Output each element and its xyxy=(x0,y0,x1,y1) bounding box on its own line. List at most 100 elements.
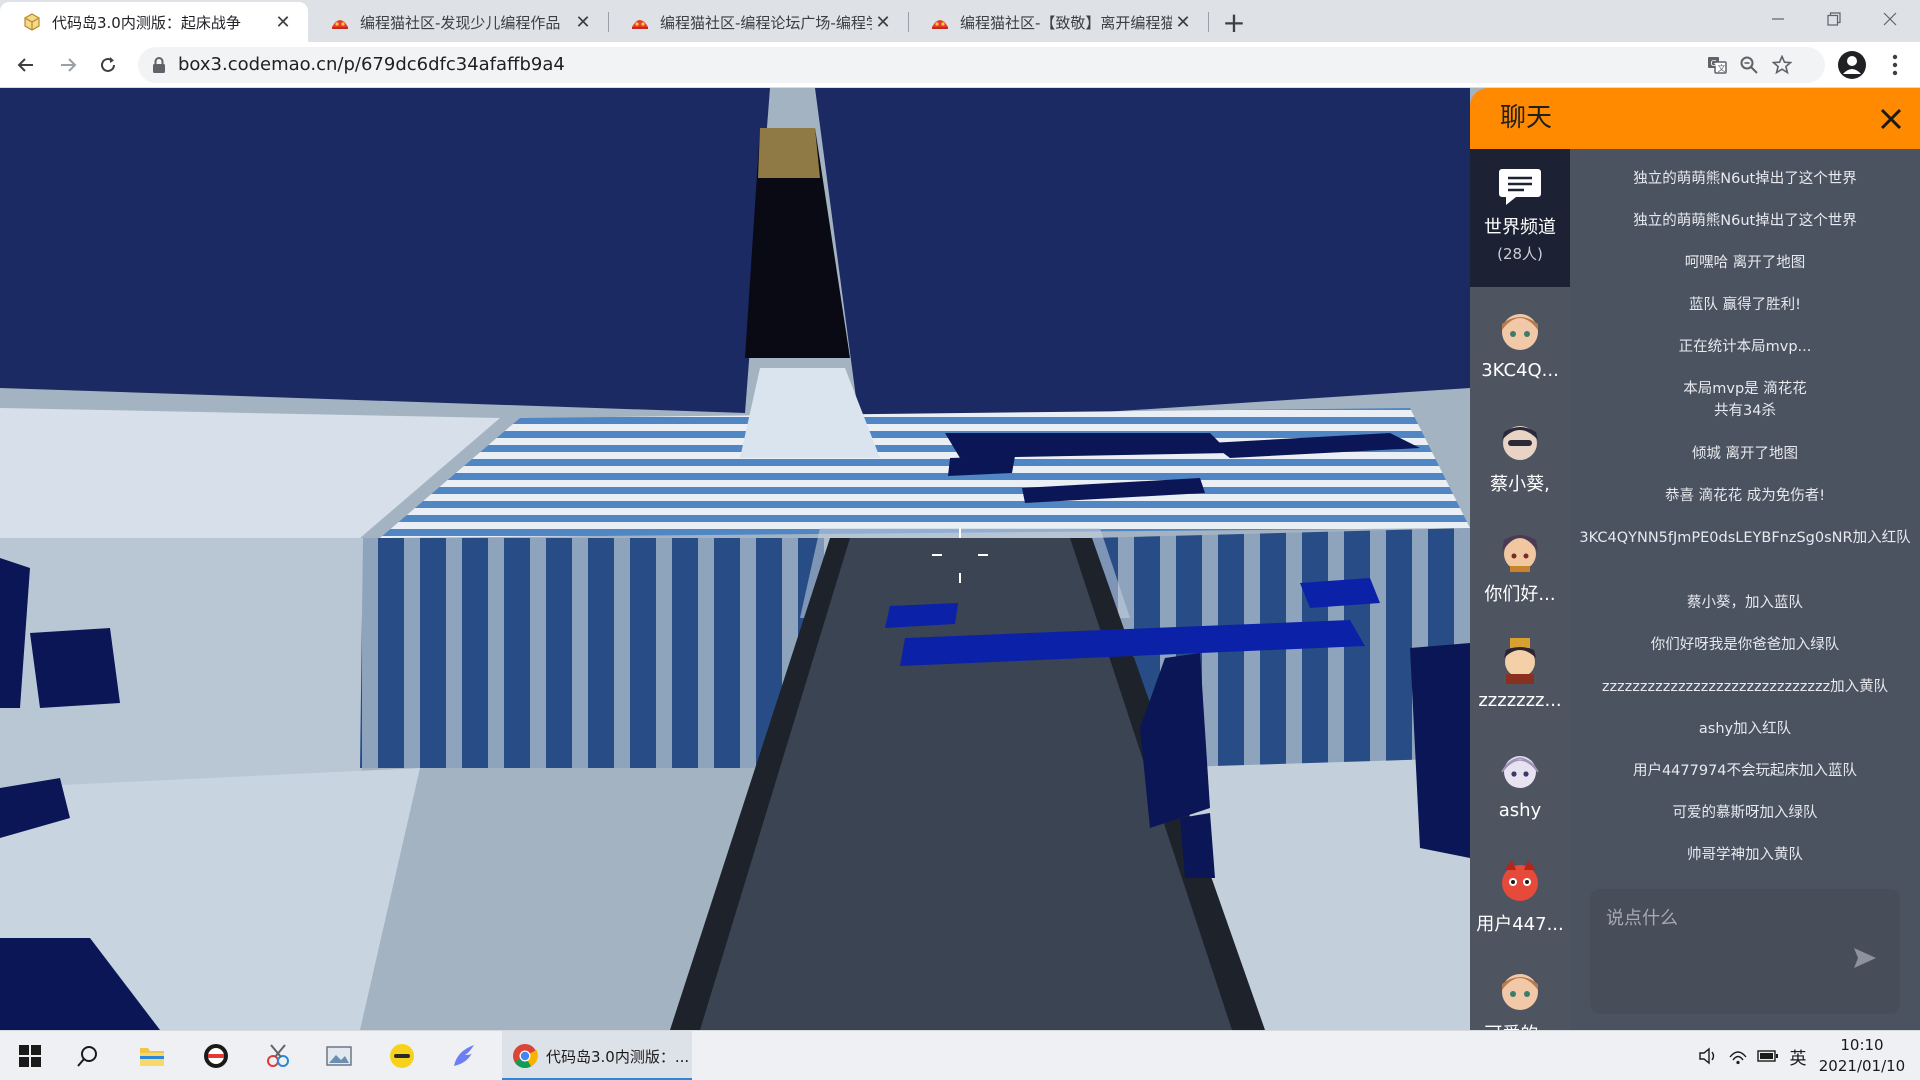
ime-indicator[interactable]: 英 xyxy=(1787,1045,1809,1069)
chat-input-box[interactable] xyxy=(1590,889,1900,1014)
taskbar-active-app[interactable]: 代码岛3.0内测版：... xyxy=(502,1031,692,1080)
chat-message-list[interactable]: 独立的萌萌熊N6ut掉出了这个世界 独立的萌萌熊N6ut掉出了这个世界 呵嘿哈 … xyxy=(1570,149,1920,869)
tab[interactable]: 编程猫社区-编程论坛广场-编程学 ✕ xyxy=(608,2,908,42)
translate-icon[interactable]: G文 xyxy=(1705,53,1729,77)
close-icon[interactable]: ✕ xyxy=(272,11,294,33)
avatar xyxy=(1502,535,1538,572)
bookmark-star-icon[interactable] xyxy=(1770,53,1794,77)
tab-title: 编程猫社区-发现少儿编程作品 xyxy=(360,13,561,32)
chat-message: 帅哥学神加入黄队 xyxy=(1687,847,1803,863)
chat-bubble-icon xyxy=(1499,169,1541,205)
tab-title: 代码岛3.0内测版：起床战争 xyxy=(52,13,241,32)
player-item[interactable]: 可爱的... xyxy=(1470,952,1570,1030)
cube-icon xyxy=(22,12,42,32)
chat-message: 蔡小葵，加入蓝队 xyxy=(1687,595,1803,611)
tab-active[interactable]: 代码岛3.0内测版：起床战争 ✕ xyxy=(0,2,308,42)
close-icon[interactable]: ✕ xyxy=(1172,11,1194,33)
file-explorer-button[interactable] xyxy=(126,1031,178,1080)
player-item[interactable]: 你们好... xyxy=(1470,512,1570,622)
lock-icon[interactable] xyxy=(150,56,168,74)
send-icon[interactable] xyxy=(1852,945,1878,971)
search-button[interactable] xyxy=(62,1031,114,1080)
player-item[interactable]: 蔡小葵, xyxy=(1470,402,1570,512)
crosshair-icon xyxy=(932,528,988,583)
browser-toolbar: box3.codemao.cn/p/679dc6dfc34afaffb9a4 G… xyxy=(0,42,1920,88)
feather-icon xyxy=(454,1045,474,1066)
restore-icon xyxy=(1827,12,1841,26)
world-channel-button[interactable]: 世界频道 (28人) xyxy=(1470,149,1570,287)
volume-icon[interactable] xyxy=(1697,1045,1719,1067)
taskbar-app-button[interactable] xyxy=(314,1031,366,1080)
battery-icon[interactable] xyxy=(1757,1045,1779,1067)
forward-arrow-icon xyxy=(61,58,77,72)
chat-message: 可爱的慕斯呀加入绿队 xyxy=(1672,805,1818,821)
back-button[interactable] xyxy=(10,49,42,81)
close-icon[interactable] xyxy=(1874,102,1908,136)
minimize-icon xyxy=(1772,18,1784,20)
folder-icon xyxy=(140,1048,164,1066)
avatar xyxy=(1501,756,1539,788)
player-name: 可爱的... xyxy=(1472,1020,1568,1030)
world-channel-name: 世界频道 xyxy=(1484,217,1556,238)
start-button[interactable] xyxy=(4,1031,56,1080)
codemao-icon xyxy=(930,12,950,32)
taskbar-app-button[interactable] xyxy=(190,1031,242,1080)
forward-button[interactable] xyxy=(52,49,84,81)
taskbar-app-button[interactable] xyxy=(376,1031,428,1080)
url-text[interactable]: box3.codemao.cn/p/679dc6dfc34afaffb9a4 xyxy=(178,47,565,83)
avatar xyxy=(1502,314,1538,350)
tab-title: 编程猫社区-【致敬】离开编程猫 xyxy=(960,13,1172,32)
chat-message: ashy加入红队 xyxy=(1698,721,1792,737)
scissors-icon xyxy=(267,1044,289,1067)
clock-time: 10:10 xyxy=(1840,1036,1884,1054)
window-close-button[interactable] xyxy=(1862,0,1918,38)
profile-avatar-icon[interactable] xyxy=(1837,50,1867,80)
chat-message: 用户4477974不会玩起床加入蓝队 xyxy=(1632,763,1858,779)
restore-button[interactable] xyxy=(1806,0,1862,38)
address-bar[interactable]: box3.codemao.cn/p/679dc6dfc34afaffb9a4 G… xyxy=(138,47,1825,83)
taskbar-app-button[interactable] xyxy=(438,1031,490,1080)
browser-menu-button[interactable] xyxy=(1883,50,1907,80)
channel-sidebar: 世界频道 (28人) 3KC4Q... 蔡小葵, 你们好... zzzzzzz.… xyxy=(1470,149,1570,1030)
player-item[interactable]: 3KC4Q... xyxy=(1470,292,1570,402)
chat-title: 聊天 xyxy=(1500,103,1553,133)
avatar xyxy=(1502,974,1538,1010)
app-circle-icon xyxy=(204,1044,228,1068)
taskbar-app-button[interactable] xyxy=(252,1031,304,1080)
system-clock[interactable]: 10:10 2021/01/10 xyxy=(1812,1035,1912,1077)
chat-message: 独立的萌萌熊N6ut掉出了这个世界 xyxy=(1633,213,1857,229)
chat-message: zzzzzzzzzzzzzzzzzzzzzzzzzzzzzz加入黄队 xyxy=(1601,679,1889,695)
back-arrow-icon xyxy=(17,58,33,72)
close-icon[interactable]: ✕ xyxy=(872,11,894,33)
player-item[interactable]: zzzzzzz... xyxy=(1470,622,1570,732)
chat-input[interactable] xyxy=(1606,903,1836,933)
svg-text:文: 文 xyxy=(1718,63,1726,73)
reload-button[interactable] xyxy=(92,49,124,81)
taskbar-app-label: 代码岛3.0内测版：... xyxy=(546,1047,690,1066)
zoom-icon[interactable] xyxy=(1737,53,1761,77)
player-name: 你们好... xyxy=(1484,584,1556,605)
avatar xyxy=(1504,638,1536,684)
more-vert-icon xyxy=(1892,54,1898,76)
svg-text:G: G xyxy=(1711,59,1717,68)
browser-tab-strip: 代码岛3.0内测版：起床战争 ✕ 编程猫社区-发现少儿编程作品 ✕ 编程猫社区-… xyxy=(0,0,1920,42)
chat-message: 3KC4QYNN5fJmPE0dsLEYBFnzSg0sNR加入红队 xyxy=(1579,530,1911,546)
avatar xyxy=(1502,426,1538,460)
tab-separator xyxy=(1208,12,1209,32)
app-yellow-icon xyxy=(390,1044,414,1068)
player-item[interactable]: 用户447... xyxy=(1470,842,1570,952)
player-item[interactable]: ashy xyxy=(1470,732,1570,842)
tab[interactable]: 编程猫社区-【致敬】离开编程猫 ✕ xyxy=(908,2,1208,42)
chat-message: 倾城 离开了地图 xyxy=(1691,446,1799,462)
chat-message: 恭喜 滴花花 成为免伤者! xyxy=(1664,488,1826,504)
minimize-button[interactable] xyxy=(1750,0,1806,38)
new-tab-button[interactable]: + xyxy=(1218,6,1250,39)
tab[interactable]: 编程猫社区-发现少儿编程作品 ✕ xyxy=(308,2,608,42)
wifi-icon[interactable] xyxy=(1727,1045,1749,1067)
close-icon[interactable]: ✕ xyxy=(572,11,594,33)
reload-icon xyxy=(101,57,115,72)
player-name: zzzzzzz... xyxy=(1478,690,1562,711)
codemao-icon xyxy=(630,12,650,32)
close-icon xyxy=(1883,12,1897,26)
clock-date: 2021/01/10 xyxy=(1818,1057,1906,1075)
